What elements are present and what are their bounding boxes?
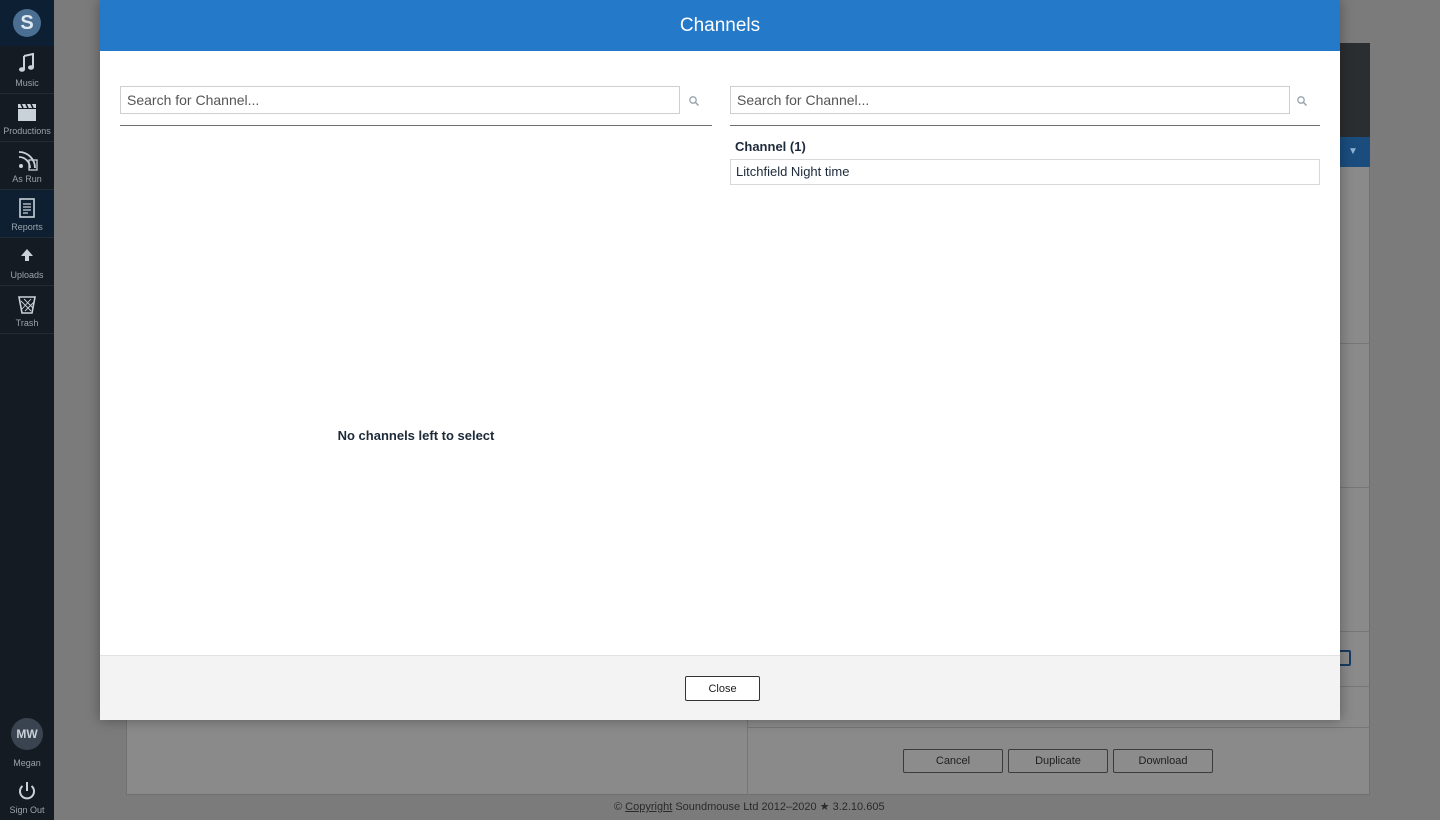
channel-group-heading: Channel (1): [735, 139, 806, 154]
modal-body: No channels left to select Channel (1) L…: [100, 51, 1340, 655]
sign-out-button[interactable]: Sign Out: [0, 776, 54, 820]
available-channels-pane: No channels left to select: [120, 86, 712, 651]
sidebar-item-music[interactable]: Music: [0, 46, 54, 94]
sidebar-item-label: Uploads: [10, 270, 44, 280]
close-button[interactable]: Close: [685, 676, 760, 701]
clapperboard-icon: [18, 103, 36, 121]
search-icon[interactable]: [1296, 95, 1308, 107]
report-document-icon: [19, 198, 35, 218]
sidebar-item-label: Trash: [15, 318, 39, 328]
selected-channel-search-input[interactable]: [730, 86, 1290, 114]
cancel-button: Cancel: [903, 749, 1003, 773]
download-button: Download: [1113, 749, 1213, 773]
broadcast-icon: [18, 151, 38, 171]
search-icon[interactable]: [688, 95, 700, 107]
sidebar-item-productions[interactable]: Productions: [0, 94, 54, 142]
list-item[interactable]: Litchfield Night time: [730, 159, 1320, 185]
selected-channels-pane: Channel (1) Litchfield Night time: [730, 86, 1320, 651]
copyright-link: Copyright: [625, 801, 673, 813]
sidebar-item-uploads[interactable]: Uploads: [0, 238, 54, 286]
app-logo[interactable]: S: [0, 0, 54, 46]
available-channel-search-input[interactable]: [120, 86, 680, 114]
sidebar-item-label: Productions: [3, 126, 51, 136]
background-dropdown-toggle: ▼: [1336, 137, 1370, 167]
user-name: Megan: [13, 758, 41, 768]
search-row: [730, 86, 1320, 126]
power-icon: [19, 782, 35, 800]
duplicate-button: Duplicate: [1008, 749, 1108, 773]
channels-modal: Channels No channels left to select Chan…: [100, 0, 1340, 720]
upload-arrow-icon: [21, 249, 33, 261]
sidebar-item-trash[interactable]: Trash: [0, 286, 54, 334]
trash-basket-icon: [18, 296, 36, 314]
footer-text: Soundmouse Ltd 2012–2020 ★ 3.2.10.605: [675, 801, 885, 813]
sidebar: S Music Productions As Run Reports Uploa…: [0, 0, 54, 820]
sidebar-item-label: As Run: [12, 174, 42, 184]
avatar[interactable]: MW: [11, 718, 43, 750]
modal-title: Channels: [100, 0, 1340, 51]
music-note-icon: [19, 52, 34, 72]
footer: © Copyright Soundmouse Ltd 2012–2020 ★ 3…: [614, 800, 885, 813]
sidebar-item-reports[interactable]: Reports: [0, 190, 54, 238]
logo-badge: S: [13, 9, 41, 37]
sidebar-item-as-run[interactable]: As Run: [0, 142, 54, 190]
sign-out-label: Sign Out: [9, 805, 45, 815]
sidebar-item-label: Music: [15, 78, 39, 88]
divider: [748, 727, 1370, 728]
footer-prefix: ©: [614, 801, 623, 813]
empty-state-message: No channels left to select: [337, 428, 495, 443]
search-row: [120, 86, 712, 126]
modal-footer: Close: [100, 655, 1340, 720]
sidebar-item-label: Reports: [11, 222, 43, 232]
